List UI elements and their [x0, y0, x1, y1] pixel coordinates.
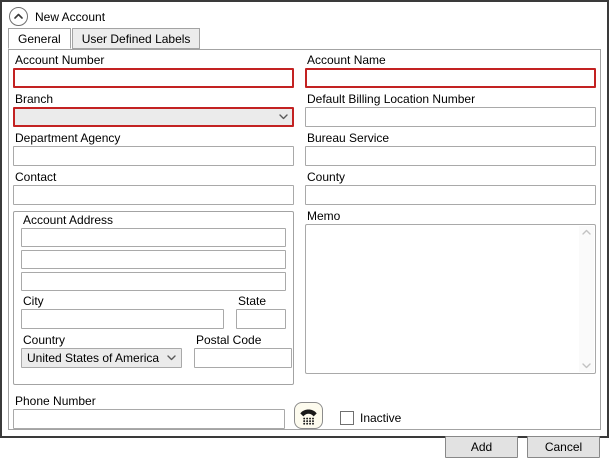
- department-agency-field: Department Agency: [13, 131, 294, 166]
- bureau-service-label: Bureau Service: [307, 131, 390, 145]
- tab-user-defined-labels[interactable]: User Defined Labels: [71, 28, 201, 49]
- bureau-service-input[interactable]: [305, 146, 596, 166]
- memo-scrollbar[interactable]: [579, 226, 594, 372]
- postal-code-label: Postal Code: [196, 333, 262, 347]
- city-field: City: [21, 294, 224, 329]
- account-name-field: Account Name: [305, 53, 596, 88]
- phone-number-label: Phone Number: [15, 394, 96, 408]
- branch-field: Branch: [13, 92, 294, 127]
- phone-number-field: Phone Number: [13, 394, 285, 429]
- phone-number-input[interactable]: [13, 409, 285, 429]
- footer: Add Cancel: [2, 430, 607, 463]
- county-input[interactable]: [305, 185, 596, 205]
- department-agency-label: Department Agency: [15, 131, 121, 145]
- address-line-2-input[interactable]: [21, 250, 286, 269]
- account-address-group: Account Address City State Country Unite…: [13, 211, 294, 385]
- contact-field: Contact: [13, 170, 294, 205]
- account-number-input[interactable]: [13, 68, 294, 88]
- account-address-label: Account Address: [23, 213, 114, 227]
- inactive-label: Inactive: [360, 411, 402, 425]
- account-name-label: Account Name: [307, 53, 386, 67]
- city-input[interactable]: [21, 309, 224, 329]
- postal-code-field: Postal Code: [194, 333, 292, 368]
- state-field: State: [236, 294, 286, 329]
- postal-code-input[interactable]: [194, 348, 292, 368]
- account-number-field: Account Number: [13, 53, 294, 88]
- memo-box: [305, 224, 596, 374]
- add-button[interactable]: Add: [445, 435, 518, 458]
- bureau-service-field: Bureau Service: [305, 131, 596, 166]
- branch-select[interactable]: [13, 107, 294, 127]
- new-account-window: New Account General User Defined Labels …: [0, 0, 609, 458]
- phone-dial-button[interactable]: [294, 402, 323, 429]
- state-input[interactable]: [236, 309, 286, 329]
- address-line-1-input[interactable]: [21, 228, 286, 247]
- inactive-checkbox[interactable]: [340, 411, 354, 425]
- branch-label: Branch: [15, 92, 54, 106]
- account-number-label: Account Number: [15, 53, 105, 67]
- chevron-down-icon: [167, 355, 176, 361]
- chevron-up-icon: [12, 10, 25, 23]
- inactive-checkbox-row[interactable]: Inactive: [340, 411, 401, 429]
- county-label: County: [307, 170, 346, 184]
- default-billing-location-number-field: Default Billing Location Number: [305, 92, 596, 127]
- tab-general[interactable]: General: [8, 28, 71, 49]
- window-title: New Account: [35, 9, 106, 24]
- tab-page-general: Account Number Branch Department Agency: [8, 49, 601, 430]
- tab-strip: General User Defined Labels: [2, 28, 607, 49]
- contact-label: Contact: [15, 170, 57, 184]
- city-label: City: [23, 294, 44, 308]
- country-label: Country: [23, 333, 66, 347]
- default-billing-location-number-label: Default Billing Location Number: [307, 92, 476, 106]
- county-field: County: [305, 170, 596, 205]
- phone-row: Phone Number Inactive: [13, 394, 596, 429]
- account-name-input[interactable]: [305, 68, 596, 88]
- collapse-button[interactable]: [9, 7, 28, 26]
- window-header: New Account: [2, 2, 607, 28]
- default-billing-location-number-input[interactable]: [305, 107, 596, 127]
- scroll-down-icon: [582, 363, 591, 369]
- contact-input[interactable]: [13, 185, 294, 205]
- memo-field: Memo: [305, 209, 596, 374]
- country-field: Country United States of America: [21, 333, 182, 368]
- state-label: State: [238, 294, 267, 308]
- department-agency-input[interactable]: [13, 146, 294, 166]
- cancel-button[interactable]: Cancel: [527, 435, 600, 458]
- memo-label: Memo: [307, 209, 341, 223]
- country-select[interactable]: United States of America: [21, 348, 182, 368]
- scroll-up-icon: [582, 229, 591, 235]
- telephone-icon: [298, 406, 319, 425]
- address-line-3-input[interactable]: [21, 272, 286, 291]
- memo-textarea[interactable]: [307, 226, 579, 372]
- chevron-down-icon: [279, 114, 288, 120]
- country-value: United States of America: [27, 351, 160, 365]
